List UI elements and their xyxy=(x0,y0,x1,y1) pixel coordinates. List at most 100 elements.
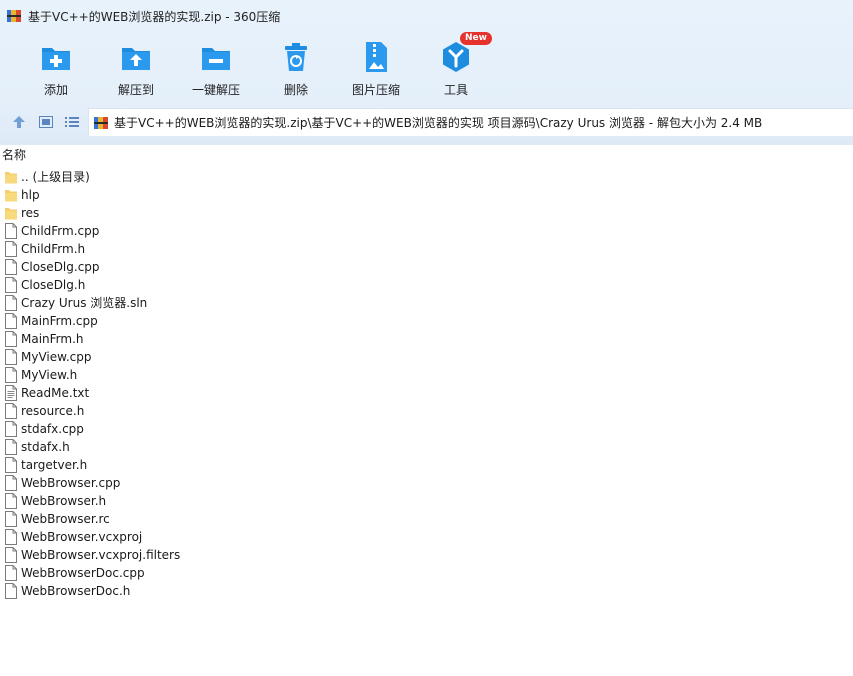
file-name: MainFrm.cpp xyxy=(21,314,98,328)
file-name: Crazy Urus 浏览器.sln xyxy=(21,296,148,310)
file-row[interactable]: WebBrowser.h xyxy=(0,492,853,510)
delete-icon xyxy=(285,43,307,71)
top-area: 基于VC++的WEB浏览器的实现.zip - 360压缩 添加 解压到 一键解压… xyxy=(0,0,853,145)
file-icon xyxy=(5,403,17,419)
file-name: WebBrowser.vcxproj xyxy=(21,530,143,544)
thumbnail-view-icon xyxy=(39,116,53,128)
file-icon xyxy=(5,241,17,257)
file-icon xyxy=(5,223,17,239)
folder-icon xyxy=(5,190,17,202)
file-icon xyxy=(5,313,17,329)
one-click-extract-icon xyxy=(202,48,230,70)
add-label: 添加 xyxy=(43,83,68,97)
file-row[interactable]: CloseDlg.cpp xyxy=(0,258,853,276)
extract-to-icon xyxy=(122,48,150,70)
file-row[interactable]: Crazy Urus 浏览器.sln xyxy=(0,294,853,312)
file-row[interactable]: ReadMe.txt xyxy=(0,384,853,402)
title-bar: 基于VC++的WEB浏览器的实现.zip - 360压缩 xyxy=(0,0,853,32)
folder-icon xyxy=(5,208,17,220)
archive-app-icon xyxy=(7,10,21,22)
delete-label: 删除 xyxy=(283,83,308,97)
file-icon xyxy=(5,349,17,365)
file-row[interactable]: ChildFrm.h xyxy=(0,240,853,258)
delete-button[interactable]: 删除 xyxy=(256,34,336,100)
file-name: CloseDlg.cpp xyxy=(21,260,100,274)
column-header-name[interactable]: 名称 xyxy=(0,146,26,164)
file-name: WebBrowserDoc.h xyxy=(21,584,131,598)
file-row[interactable]: MainFrm.cpp xyxy=(0,312,853,330)
file-name: targetver.h xyxy=(21,458,88,472)
file-name: WebBrowser.h xyxy=(21,494,107,508)
folder-row[interactable]: hlp xyxy=(0,186,853,204)
folder-row[interactable]: .. (上级目录) xyxy=(0,168,853,186)
tools-icon xyxy=(443,42,469,72)
file-name: res xyxy=(21,206,40,220)
file-row[interactable]: WebBrowser.cpp xyxy=(0,474,853,492)
file-icon xyxy=(5,367,17,383)
file-name: MyView.h xyxy=(21,368,78,382)
file-icon xyxy=(5,547,17,563)
file-icon xyxy=(5,475,17,491)
up-level-button[interactable] xyxy=(10,113,28,131)
file-name: WebBrowser.cpp xyxy=(21,476,121,490)
file-row[interactable]: stdafx.cpp xyxy=(0,420,853,438)
file-name: hlp xyxy=(21,188,40,202)
file-icon xyxy=(5,277,17,293)
address-path: 基于VC++的WEB浏览器的实现.zip\基于VC++的WEB浏览器的实现 项目… xyxy=(114,116,763,130)
file-row[interactable]: ChildFrm.cpp xyxy=(0,222,853,240)
file-row[interactable]: WebBrowserDoc.h xyxy=(0,582,853,600)
file-name: MainFrm.h xyxy=(21,332,84,346)
file-name: .. (上级目录) xyxy=(21,170,90,184)
file-row[interactable]: MainFrm.h xyxy=(0,330,853,348)
file-row[interactable]: WebBrowser.vcxproj xyxy=(0,528,853,546)
file-icon xyxy=(5,565,17,581)
add-icon xyxy=(42,48,70,70)
image-compress-button[interactable]: 图片压缩 xyxy=(336,34,416,100)
one-click-extract-label: 一键解压 xyxy=(191,83,240,97)
file-row[interactable]: WebBrowser.vcxproj.filters xyxy=(0,546,853,564)
file-name: WebBrowser.vcxproj.filters xyxy=(21,548,181,562)
thumbnail-view-button[interactable] xyxy=(37,113,55,131)
file-row[interactable]: MyView.cpp xyxy=(0,348,853,366)
file-list: .. (上级目录) hlp res ChildFrm.cpp ChildFrm.h Clo… xyxy=(0,168,853,600)
file-icon xyxy=(5,493,17,509)
file-icon xyxy=(5,583,17,599)
tools-label: 工具 xyxy=(443,83,468,97)
file-icon xyxy=(5,259,17,275)
image-compress-label: 图片压缩 xyxy=(351,83,400,97)
folder-icon xyxy=(5,172,17,184)
file-row[interactable]: WebBrowser.rc xyxy=(0,510,853,528)
window-title: 基于VC++的WEB浏览器的实现.zip - 360压缩 xyxy=(28,9,281,24)
file-icon xyxy=(5,331,17,347)
file-row[interactable]: CloseDlg.h xyxy=(0,276,853,294)
one-click-extract-button[interactable]: 一键解压 xyxy=(176,34,256,100)
file-icon xyxy=(5,457,17,473)
file-name: stdafx.cpp xyxy=(21,422,84,436)
file-row[interactable]: stdafx.h xyxy=(0,438,853,456)
file-row[interactable]: resource.h xyxy=(0,402,853,420)
add-button[interactable]: 添加 xyxy=(16,34,96,100)
text-file-icon xyxy=(5,385,17,401)
address-bar[interactable]: 基于VC++的WEB浏览器的实现.zip\基于VC++的WEB浏览器的实现 项目… xyxy=(88,108,853,136)
file-icon xyxy=(5,421,17,437)
extract-to-button[interactable]: 解压到 xyxy=(96,34,176,100)
file-row[interactable]: WebBrowserDoc.cpp xyxy=(0,564,853,582)
file-icon xyxy=(5,439,17,455)
image-compress-icon xyxy=(366,42,387,72)
file-icon xyxy=(5,529,17,545)
navigation-bar: 基于VC++的WEB浏览器的实现.zip\基于VC++的WEB浏览器的实现 项目… xyxy=(0,106,853,138)
file-name: ReadMe.txt xyxy=(21,386,90,400)
list-view-button[interactable] xyxy=(63,113,81,131)
file-name: CloseDlg.h xyxy=(21,278,86,292)
file-name: WebBrowser.rc xyxy=(21,512,110,526)
file-row[interactable]: MyView.h xyxy=(0,366,853,384)
arrow-up-icon xyxy=(13,116,25,128)
tools-button[interactable]: New 工具 xyxy=(416,32,496,100)
file-name: ChildFrm.cpp xyxy=(21,224,100,238)
file-name: ChildFrm.h xyxy=(21,242,86,256)
file-icon xyxy=(5,511,17,527)
file-name: stdafx.h xyxy=(21,440,70,454)
file-row[interactable]: targetver.h xyxy=(0,456,853,474)
new-badge: New xyxy=(460,32,492,45)
folder-row[interactable]: res xyxy=(0,204,853,222)
